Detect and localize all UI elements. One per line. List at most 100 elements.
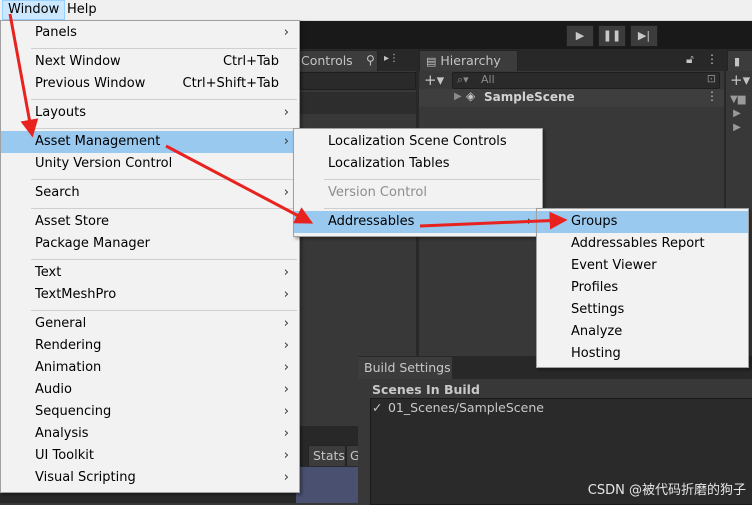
- tab-project[interactable]: ▮: [727, 50, 752, 71]
- menu-item-event-viewer[interactable]: Event Viewer: [537, 255, 748, 277]
- play-icon: ▶: [575, 29, 585, 42]
- menu-item-label: Version Control: [328, 185, 427, 200]
- menu-item-addressables-report[interactable]: Addressables Report: [537, 233, 748, 255]
- step-icon: ▶|: [637, 29, 651, 42]
- menu-help[interactable]: Help: [62, 0, 102, 20]
- unity-scene-icon: ◈: [466, 89, 476, 103]
- menu-item-analysis[interactable]: Analysis ›: [1, 423, 299, 445]
- chevron-right-icon: ›: [283, 105, 289, 120]
- chevron-right-icon: ›: [283, 360, 289, 375]
- menu-item-label: UI Toolkit: [35, 448, 94, 463]
- tab-hierarchy-label: Hierarchy: [440, 53, 501, 68]
- menu-item-label: Audio: [35, 382, 72, 397]
- menu-item-label: Event Viewer: [571, 258, 657, 273]
- menu-item-panels[interactable]: Panels ›: [1, 22, 299, 44]
- menu-item-profiles[interactable]: Profiles: [537, 277, 748, 299]
- menu-item-localization-tables[interactable]: Localization Tables: [294, 153, 542, 175]
- controls-row: [296, 92, 416, 114]
- scene-options-icon[interactable]: ⋮: [706, 89, 718, 103]
- menu-item-asset-management[interactable]: Asset Management ›: [1, 131, 299, 153]
- menu-separator: [31, 310, 297, 311]
- tab-hierarchy[interactable]: ▤ Hierarchy: [419, 50, 518, 71]
- menu-item-textmeshpro[interactable]: TextMeshPro ›: [1, 284, 299, 306]
- chevron-right-icon: ›: [283, 426, 289, 441]
- menu-item-label: Asset Store: [35, 214, 110, 229]
- menu-item-label: Profiles: [571, 280, 619, 295]
- window-menu: Panels › Next Window Ctrl+Tab Previous Win…: [0, 20, 300, 493]
- menu-item-asset-store[interactable]: Asset Store: [1, 211, 299, 233]
- menu-item-text[interactable]: Text ›: [1, 262, 299, 284]
- menu-item-animation[interactable]: Animation ›: [1, 357, 299, 379]
- menu-separator: [31, 128, 297, 129]
- menu-item-search[interactable]: Search ›: [1, 182, 299, 204]
- menu-item-label: Localization Tables: [328, 156, 450, 171]
- menu-item-ui-toolkit[interactable]: UI Toolkit ›: [1, 445, 299, 467]
- menu-item-label: Rendering: [35, 338, 102, 353]
- add-icon[interactable]: +▾: [424, 71, 444, 89]
- menu-item-layouts[interactable]: Layouts ›: [1, 102, 299, 124]
- watermark: CSDN @被代码折磨的狗子: [587, 483, 746, 498]
- menu-separator: [324, 208, 540, 209]
- menu-item-visual-scripting[interactable]: Visual Scripting ›: [1, 467, 299, 489]
- project-tree-arrows: ▼▆ ▶ ▶: [730, 94, 746, 133]
- search-filter-icon[interactable]: ⊡: [707, 72, 716, 85]
- tab-build-settings[interactable]: Build Settings: [358, 357, 452, 379]
- pause-icon: ❚❚: [602, 29, 622, 42]
- hierarchy-scene-row[interactable]: ▶ ◈ SampleScene ⋮: [419, 89, 724, 107]
- menu-item-hosting[interactable]: Hosting: [537, 343, 748, 365]
- menu-item-addressables[interactable]: Addressables ›: [294, 211, 542, 233]
- scene-list-item[interactable]: ✓ 01_Scenes/SampleScene: [372, 400, 544, 416]
- search-icon: ⌕▾: [457, 73, 469, 86]
- menu-separator: [31, 99, 297, 100]
- chevron-right-icon: ›: [283, 316, 289, 331]
- tab-menu-icon[interactable]: ▸⋮: [384, 53, 399, 64]
- menu-item-label: Next Window: [35, 54, 121, 69]
- chevron-right-icon: ›: [283, 404, 289, 419]
- scene-path: 01_Scenes/SampleScene: [387, 400, 544, 415]
- menu-item-settings[interactable]: Settings: [537, 299, 748, 321]
- menu-item-version-control: Version Control: [294, 182, 542, 204]
- lock-icon[interactable]: 🔓︎: [686, 52, 694, 67]
- menu-item-analyze[interactable]: Analyze: [537, 321, 748, 343]
- more-icon[interactable]: ⋮: [706, 52, 718, 66]
- menu-item-label: Animation: [35, 360, 102, 375]
- menu-item-label: TextMeshPro: [35, 287, 117, 302]
- hierarchy-search[interactable]: ⌕▾ All ⊡: [452, 72, 720, 89]
- menu-separator: [31, 208, 297, 209]
- menu-item-previous-window[interactable]: Previous Window Ctrl+Shift+Tab: [1, 73, 299, 95]
- menu-item-label: Visual Scripting: [35, 470, 136, 485]
- pause-button[interactable]: ❚❚: [598, 25, 626, 47]
- menu-item-label: Addressables Report: [571, 236, 705, 251]
- hierarchy-scene-name: SampleScene: [484, 90, 575, 104]
- menu-item-sequencing[interactable]: Sequencing ›: [1, 401, 299, 423]
- addressables-submenu: Groups Addressables Report Event Viewer …: [536, 208, 749, 368]
- menu-item-label: Sequencing: [35, 404, 112, 419]
- menu-item-label: Panels: [35, 25, 77, 40]
- hierarchy-icon: ▤: [426, 55, 437, 68]
- menu-item-shortcut: Ctrl+Shift+Tab: [182, 76, 279, 91]
- expand-arrow-icon[interactable]: ▶: [454, 91, 462, 102]
- play-button[interactable]: ▶: [566, 25, 594, 47]
- tab-stats[interactable]: Stats: [308, 445, 346, 466]
- menu-window[interactable]: Window: [2, 0, 66, 20]
- scenes-in-build-header: Scenes In Build: [372, 382, 480, 397]
- menu-separator: [31, 48, 297, 49]
- menu-item-general[interactable]: General ›: [1, 313, 299, 335]
- folder-icon: ▮: [734, 55, 741, 68]
- step-button[interactable]: ▶|: [630, 25, 658, 47]
- menu-item-next-window[interactable]: Next Window Ctrl+Tab: [1, 51, 299, 73]
- hierarchy-search-placeholder: All: [481, 73, 495, 86]
- scene-checkbox[interactable]: ✓: [372, 400, 384, 416]
- menu-item-unity-version-control[interactable]: Unity Version Control: [1, 153, 299, 175]
- menu-item-rendering[interactable]: Rendering ›: [1, 335, 299, 357]
- menu-item-label: Localization Scene Controls: [328, 134, 507, 149]
- project-add-icon[interactable]: +▾: [730, 71, 750, 89]
- controls-search[interactable]: [300, 72, 416, 90]
- pin-icon[interactable]: ⚲: [366, 53, 375, 67]
- menu-item-localization-scene-controls[interactable]: Localization Scene Controls: [294, 131, 542, 153]
- menu-item-groups[interactable]: Groups: [537, 211, 748, 233]
- menu-item-audio[interactable]: Audio ›: [1, 379, 299, 401]
- menu-item-package-manager[interactable]: Package Manager: [1, 233, 299, 255]
- chevron-right-icon: ›: [283, 134, 289, 149]
- menu-item-label: Text: [35, 265, 62, 280]
